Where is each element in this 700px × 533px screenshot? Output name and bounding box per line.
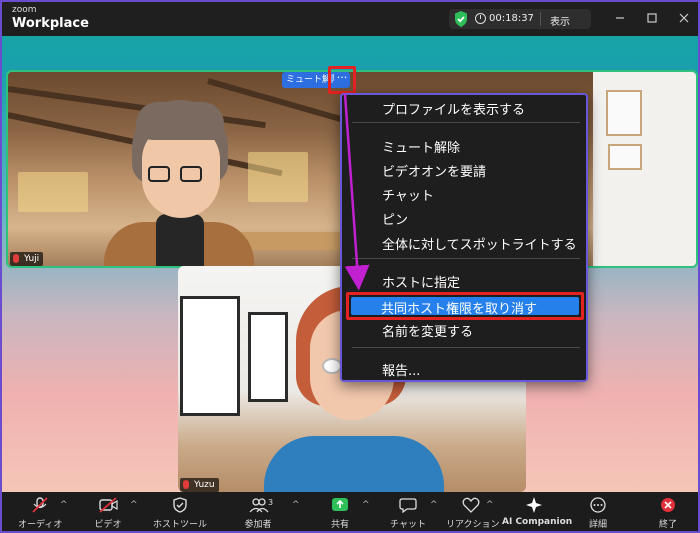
participant-context-menu: プロファイルを表示する ミュート解除 ビデオオンを要請 チャット ピン 全体に対…: [340, 93, 588, 382]
yuji-avatar-bangs: [136, 102, 224, 140]
menu-item-rename[interactable]: 名前を変更する: [382, 321, 473, 340]
yuzu-avatar-top: [264, 436, 444, 492]
share-button[interactable]: 共有: [320, 492, 360, 531]
menu-item-chat[interactable]: チャット: [382, 185, 434, 204]
share-label: 共有: [330, 520, 349, 530]
end-label: 終了: [658, 520, 677, 530]
nametag-yuji: Yuji: [10, 252, 44, 266]
menu-separator: [352, 347, 580, 348]
menu-item-revoke-cohost[interactable]: 共同ホスト権限を取り消す: [346, 292, 584, 320]
yuji-avatar-glasses-left: [148, 166, 170, 182]
participants-button[interactable]: 参加者: [236, 492, 280, 531]
people-icon: [249, 497, 269, 513]
host-tools-button[interactable]: ホストツール: [152, 492, 208, 531]
end-icon: [659, 497, 677, 513]
maximize-icon[interactable]: [644, 10, 660, 26]
chat-label: チャット: [390, 520, 426, 530]
shield-icon: [171, 497, 189, 513]
close-icon[interactable]: [676, 10, 692, 26]
menu-separator: [352, 258, 580, 259]
yuji-avatar-glasses-right: [180, 166, 202, 182]
menu-item-make-host[interactable]: ホストに指定: [382, 272, 460, 291]
nametag-yuzu-label: Yuzu: [194, 480, 215, 490]
meeting-toolbar: オーディオ ^ ビデオ ^ ホストツール 参加者 3 ^ 共有 ^ チャット ^…: [2, 492, 698, 531]
shield-check-icon[interactable]: [454, 11, 468, 30]
ai-companion-label: AI Companion: [502, 517, 573, 527]
ellipsis-circle-icon: [589, 497, 607, 513]
yuzu-avatar-eye-left: [322, 358, 342, 374]
participant-more-button[interactable]: ···: [328, 66, 356, 94]
chat-button[interactable]: チャット: [386, 492, 430, 531]
nametag-yuji-label: Yuji: [24, 254, 40, 264]
view-button[interactable]: 表示: [550, 13, 570, 28]
menu-item-pin[interactable]: ピン: [382, 209, 408, 228]
participants-label: 参加者: [244, 520, 272, 530]
audio-label: オーディオ: [18, 520, 63, 530]
menu-item-report[interactable]: 報告...: [382, 360, 420, 379]
background-window: [180, 296, 240, 416]
yuji-avatar-turtleneck: [156, 214, 204, 266]
reactions-label: リアクション: [446, 520, 500, 530]
nametag-yuzu: Yuzu: [180, 478, 219, 492]
share-options-caret[interactable]: ^: [362, 500, 370, 510]
background-window: [248, 152, 308, 202]
video-label: ビデオ: [94, 520, 122, 530]
more-dots-icon: ···: [334, 72, 350, 88]
meeting-status-pill: 00:18:37 表示: [449, 9, 591, 29]
status-divider: [540, 12, 541, 26]
heart-icon: [462, 497, 480, 513]
share-screen-icon: [331, 497, 349, 513]
background-picture-frame: [608, 144, 642, 170]
participants-count: 3: [268, 498, 274, 507]
ai-companion-button[interactable]: AI Companion: [502, 492, 573, 531]
end-meeting-button[interactable]: 終了: [652, 492, 684, 531]
mic-off-icon: [31, 497, 49, 513]
reactions-button[interactable]: リアクション: [446, 492, 500, 531]
video-options-caret[interactable]: ^: [130, 500, 138, 510]
audio-options-caret[interactable]: ^: [60, 500, 68, 510]
title-bar: zoom Workplace 00:18:37 表示: [2, 2, 698, 36]
host-tools-label: ホストツール: [152, 520, 207, 530]
participants-options-caret[interactable]: ^: [292, 500, 300, 510]
more-button[interactable]: 詳細: [582, 492, 614, 531]
menu-item-unmute[interactable]: ミュート解除: [382, 137, 460, 156]
video-button[interactable]: ビデオ: [88, 492, 128, 531]
chat-options-caret[interactable]: ^: [430, 500, 438, 510]
app-brand: zoom Workplace: [12, 5, 89, 31]
brand-small: zoom: [12, 5, 37, 15]
background-picture-frame: [606, 90, 642, 136]
minimize-icon[interactable]: [612, 10, 628, 26]
mic-muted-icon: [13, 254, 19, 263]
menu-item-revoke-cohost-label: 共同ホスト権限を取り消す: [381, 302, 538, 317]
menu-separator: [352, 122, 580, 123]
background-window: [18, 172, 88, 212]
zoom-window: zoom Workplace 00:18:37 表示 Yuji ミュート解除 ·…: [0, 0, 700, 533]
meeting-timer: 00:18:37: [489, 13, 534, 24]
menu-item-view-profile[interactable]: プロファイルを表示する: [382, 99, 525, 118]
video-off-icon: [99, 497, 118, 513]
menu-item-spotlight[interactable]: 全体に対してスポットライトする: [382, 234, 577, 253]
chat-bubble-icon: [399, 497, 417, 514]
brand-large: Workplace: [12, 16, 89, 31]
background-window: [248, 312, 288, 402]
audio-button[interactable]: オーディオ: [18, 492, 62, 531]
mic-muted-icon: [183, 480, 189, 489]
menu-item-request-video[interactable]: ビデオオンを要請: [382, 161, 486, 180]
sparkle-icon: [525, 497, 543, 513]
reactions-options-caret[interactable]: ^: [486, 500, 494, 510]
clock-icon: [475, 13, 486, 24]
more-label: 詳細: [588, 520, 607, 530]
